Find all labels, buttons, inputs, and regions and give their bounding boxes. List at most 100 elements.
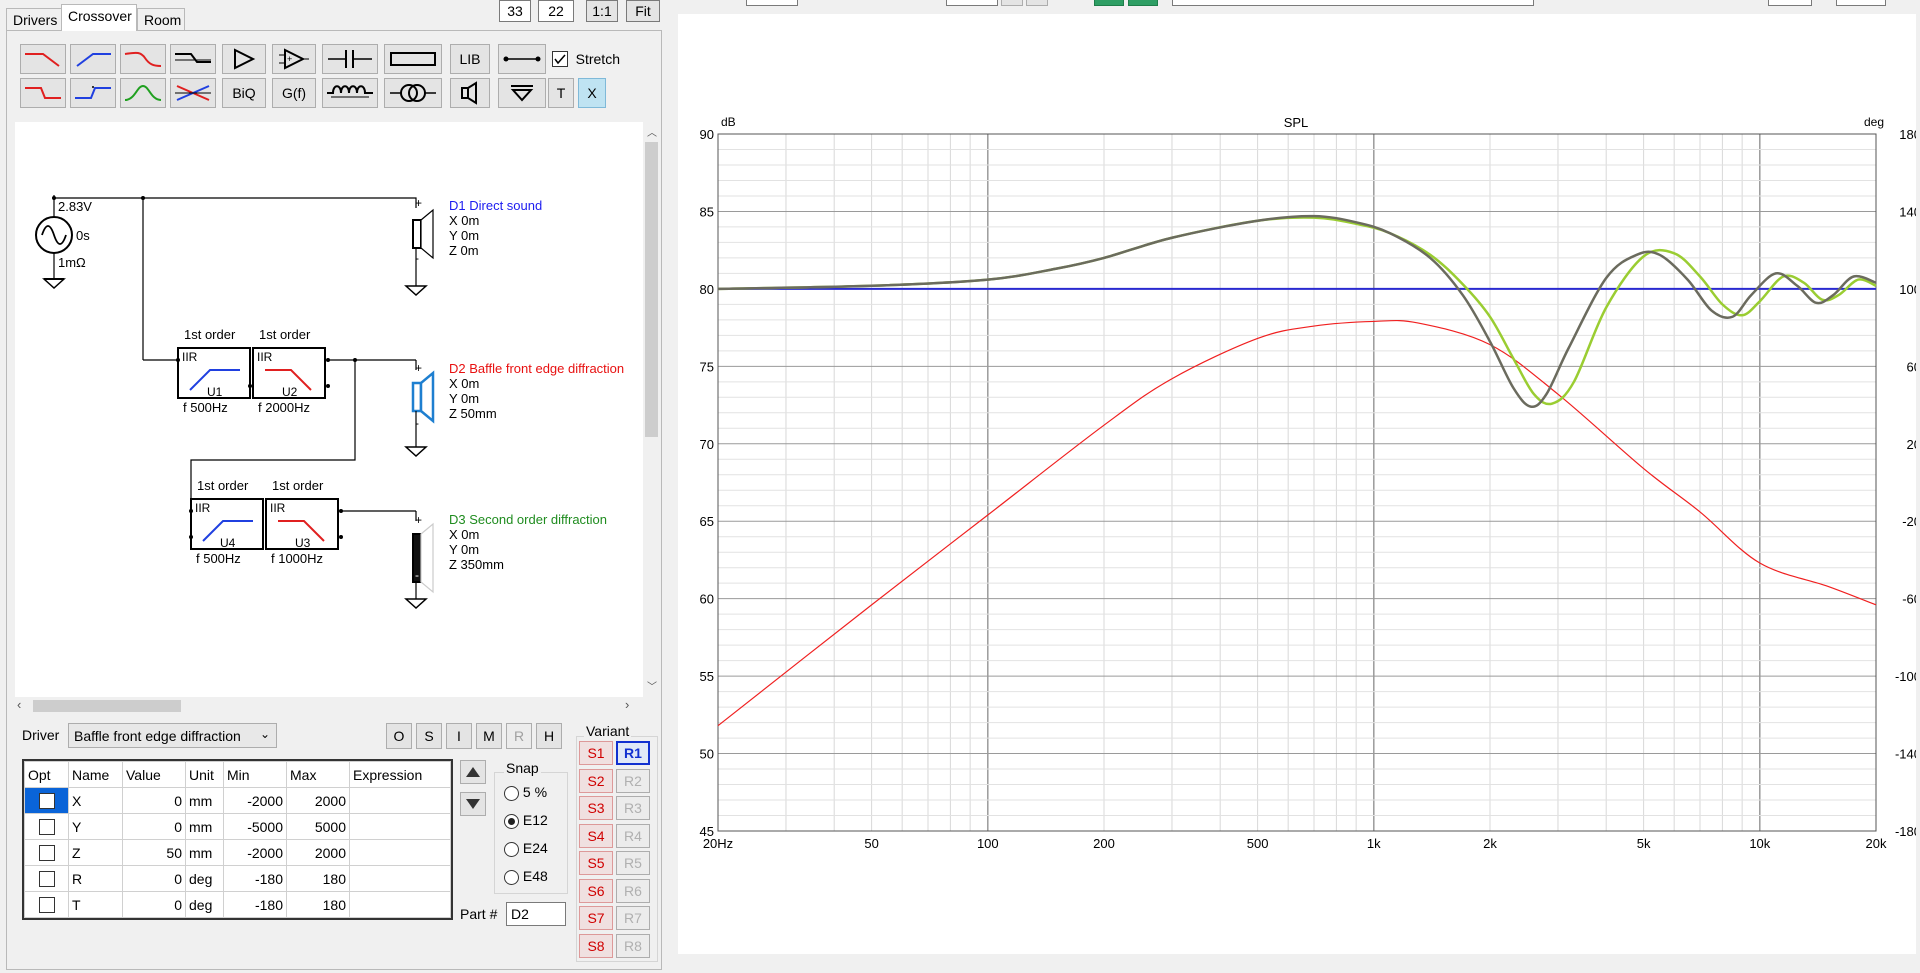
strip-button-2[interactable] [1026, 0, 1048, 6]
strip-field-2[interactable] [946, 0, 998, 6]
table-row[interactable]: Z 50 mm -2000 2000 [24, 839, 451, 866]
speaker-button[interactable] [450, 78, 490, 108]
move-up-button[interactable] [460, 760, 486, 784]
tab-crossover[interactable]: Crossover [61, 4, 137, 31]
wire-button[interactable] [498, 44, 546, 74]
opt-checkbox[interactable] [38, 819, 55, 836]
vertical-scrollbar[interactable]: ︿ ﹀ [643, 122, 660, 697]
max-cell[interactable]: 2000 [286, 787, 350, 814]
scroll-up-icon[interactable]: ︿ [647, 124, 657, 139]
variant-r2-button[interactable]: R2 [616, 768, 650, 793]
snap-option-e12[interactable]: E12 [504, 812, 548, 829]
variant-s1-button[interactable]: S1 [579, 741, 613, 765]
table-row[interactable]: T 0 deg -180 180 [24, 891, 451, 918]
resistor-button[interactable] [384, 44, 442, 74]
filter-u1[interactable]: 1st order IIR U1 f 500Hz [176, 327, 252, 415]
driver-d3[interactable]: + - D3 Second order diffraction X 0m Y 0… [404, 511, 607, 610]
biquad-button[interactable]: BiQ [222, 78, 266, 108]
expression-cell[interactable] [349, 813, 451, 840]
radio-icon[interactable] [504, 841, 519, 857]
part-number-input[interactable]: D2 [506, 902, 566, 926]
strip-text-field[interactable] [1172, 0, 1534, 6]
driver-d2[interactable]: + - D2 Baffle front edge diffraction X 0… [404, 360, 624, 458]
driver-d1[interactable]: + - D1 Direct sound X 0m Y 0m Z 0m [404, 196, 542, 297]
highpass-step-button[interactable] [70, 78, 116, 108]
strip-field-1[interactable] [746, 0, 798, 6]
mode-i-button[interactable]: I [446, 723, 472, 749]
expression-cell[interactable] [349, 839, 451, 866]
strip-field-4[interactable] [1836, 0, 1886, 6]
variant-s7-button[interactable]: S7 [579, 906, 613, 930]
tab-room[interactable]: Room [137, 8, 185, 30]
radio-icon[interactable] [504, 813, 519, 829]
scroll-right-icon[interactable]: › [625, 697, 629, 712]
highpass-blue-button[interactable] [70, 44, 116, 74]
gf-button[interactable]: G(f) [272, 78, 316, 108]
opt-checkbox[interactable] [38, 793, 55, 810]
lowpass-curve-button[interactable] [120, 44, 166, 74]
radio-icon[interactable] [504, 869, 519, 885]
opt-checkbox[interactable] [38, 845, 55, 862]
variant-s6-button[interactable]: S6 [579, 878, 613, 903]
snap-option-e24[interactable]: E24 [504, 840, 548, 857]
mode-o-button[interactable]: O [386, 723, 412, 749]
x-tool-button[interactable]: X [578, 78, 606, 108]
scroll-down-icon[interactable]: ﹀ [647, 678, 657, 693]
radio-icon[interactable] [504, 785, 519, 801]
text-tool-button[interactable]: T [548, 78, 574, 108]
variant-r7-button[interactable]: R7 [616, 906, 650, 930]
mode-m-button[interactable]: M [476, 723, 502, 749]
transformer-button[interactable] [384, 78, 442, 108]
zoom-field-b[interactable]: 22 [538, 0, 574, 22]
min-cell[interactable]: -180 [223, 891, 287, 918]
filter-u4[interactable]: 1st order IIR U4 f 500Hz [189, 478, 264, 566]
value-cell[interactable]: 0 [122, 787, 186, 814]
opt-checkbox[interactable] [38, 871, 55, 888]
variant-s2-button[interactable]: S2 [579, 768, 613, 793]
shelf-filter-button[interactable] [170, 44, 216, 74]
opamp-button[interactable]: + [272, 44, 316, 74]
strip-green-button-1[interactable] [1094, 0, 1124, 6]
min-cell[interactable]: -5000 [223, 813, 287, 840]
mode-r-button[interactable]: R [506, 723, 532, 749]
expression-cell[interactable] [349, 891, 451, 918]
strip-button-1[interactable] [1001, 0, 1023, 6]
zoom-field-a[interactable]: 33 [499, 0, 531, 22]
crossover-pair-button[interactable] [170, 78, 216, 108]
amplifier-button[interactable] [222, 44, 266, 74]
max-cell[interactable]: 5000 [286, 813, 350, 840]
table-row[interactable]: Y 0 mm -5000 5000 [24, 813, 451, 840]
max-cell[interactable]: 180 [286, 865, 350, 892]
scroll-left-icon[interactable]: ‹ [17, 697, 21, 712]
spl-chart-panel[interactable]: 20Hz 50 100 200 500 1k 2k 5k 10k 20k 45 50 55 60 65 70 7… [678, 14, 1916, 954]
library-button[interactable]: LIB [450, 44, 490, 74]
stretch-checkbox[interactable]: Stretch [552, 50, 620, 67]
filter-u2[interactable]: 1st order IIR U2 f 2000Hz [252, 327, 330, 415]
value-cell[interactable]: 0 [122, 865, 186, 892]
strip-green-button-2[interactable] [1128, 0, 1158, 6]
stretch-checkbox-box[interactable] [552, 50, 568, 67]
mode-s-button[interactable]: S [416, 723, 442, 749]
variant-r5-button[interactable]: R5 [616, 851, 650, 875]
min-cell[interactable]: -180 [223, 865, 287, 892]
table-row[interactable]: X 0 mm -2000 2000 [24, 787, 451, 814]
vertical-scroll-thumb[interactable] [645, 142, 658, 437]
zoom-1to1-button[interactable]: 1:1 [586, 0, 618, 22]
snap-option-5[interactable]: 5 % [504, 784, 547, 801]
min-cell[interactable]: -2000 [223, 839, 287, 866]
tab-drivers[interactable]: Drivers [6, 8, 62, 30]
fit-button[interactable]: Fit [626, 0, 660, 22]
variant-r3-button[interactable]: R3 [616, 796, 650, 820]
value-cell[interactable]: 50 [122, 839, 186, 866]
lowpass-step-button[interactable] [20, 78, 66, 108]
bandpass-button[interactable] [120, 78, 166, 108]
ground-button[interactable] [498, 78, 546, 108]
filter-u3[interactable]: 1st order IIR U3 f 1000Hz [265, 478, 343, 566]
strip-field-3[interactable] [1768, 0, 1812, 6]
min-cell[interactable]: -2000 [223, 787, 287, 814]
variant-r6-button[interactable]: R6 [616, 878, 650, 903]
mode-h-button[interactable]: H [536, 723, 562, 749]
variant-s5-button[interactable]: S5 [579, 851, 613, 875]
max-cell[interactable]: 2000 [286, 839, 350, 866]
expression-cell[interactable] [349, 865, 451, 892]
